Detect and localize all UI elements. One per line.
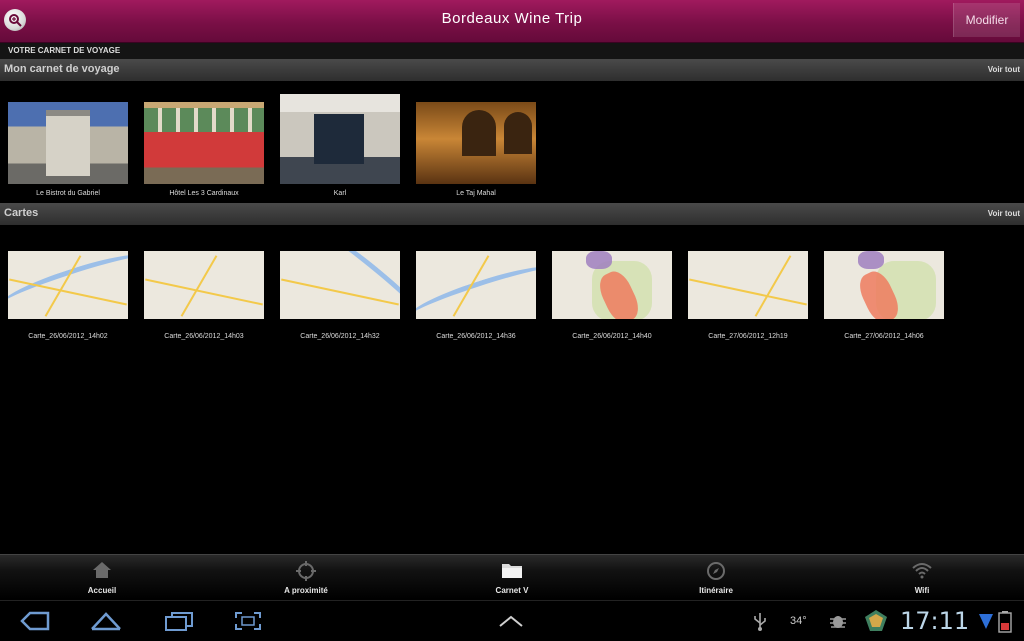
breadcrumb: VOTRE CARNET DE VOYAGE [0,43,1024,59]
thumbnail-image [280,94,400,184]
map-thumbnail [144,251,264,319]
map-thumbnail [824,251,944,319]
map-item[interactable]: Carte_27/06/2012_12h19 [688,251,808,340]
tab-a-proximite[interactable]: A proximité [204,555,408,599]
carnet-item-taj-mahal[interactable]: Le Taj Mahal [416,102,536,197]
usb-icon [754,613,766,631]
section-header-carnet: Mon carnet de voyage Voir tout [0,59,1024,81]
tab-label: Itinéraire [699,586,733,595]
map-thumbnail [552,251,672,319]
see-all-cartes-link[interactable]: Voir tout [988,209,1020,218]
thumbnail-caption: Carte_26/06/2012_14h03 [164,333,244,340]
thumbnail-image [144,102,264,184]
thumbnail-image [416,102,536,184]
wifi-signal-icon [979,614,993,629]
tab-itineraire[interactable]: Itinéraire [614,555,818,599]
thumbnail-caption: Carte_26/06/2012_14h32 [300,333,380,340]
tab-carnet[interactable]: Carnet V [410,555,614,599]
temperature-readout: 34° [790,615,807,627]
status-clock: 17:11 [900,607,970,635]
thumbnail-caption: Carte_27/06/2012_12h19 [708,333,788,340]
map-item[interactable]: Carte_26/06/2012_14h32 [280,251,400,340]
thumbnail-caption: Le Taj Mahal [456,190,496,197]
tab-label: Carnet V [495,586,529,595]
wifi-icon [912,563,932,579]
app-title: Bordeaux Wine Trip [441,10,583,27]
map-thumbnail [280,251,400,319]
map-thumbnail [416,251,536,319]
thumbnail-image [8,102,128,184]
folder-icon [502,564,522,578]
map-item[interactable]: Carte_26/06/2012_14h36 [416,251,536,340]
thumbnail-caption: Carte_27/06/2012_14h06 [844,333,924,340]
thumbnail-caption: Karl [333,190,347,197]
screenshot-icon[interactable] [234,611,262,631]
map-item[interactable]: Carte_26/06/2012_14h03 [144,251,264,340]
map-item[interactable]: Carte_26/06/2012_14h40 [552,251,672,340]
map-item[interactable]: Carte_27/06/2012_14h06 [824,251,944,340]
app-header: Bordeaux Wine Trip Modifier [0,0,1024,43]
compass-icon [707,562,725,580]
tab-label: A proximité [284,586,328,595]
thumbnail-caption: Carte_26/06/2012_14h36 [436,333,516,340]
tab-label: Wifi [914,586,930,595]
see-all-carnet-link[interactable]: Voir tout [988,65,1020,74]
tab-accueil[interactable]: Accueil [0,555,204,599]
thumbnail-caption: Le Bistrot du Gabriel [36,190,100,197]
tab-label: Accueil [87,586,117,595]
map-thumbnail [688,251,808,319]
home-icon [93,562,111,578]
carnet-item-hotel[interactable]: Hôtel Les 3 Cardinaux [144,102,264,197]
back-icon[interactable] [20,611,50,631]
carnet-item-bistrot[interactable]: Le Bistrot du Gabriel [8,102,128,197]
map-item[interactable]: Carte_26/06/2012_14h02 [8,251,128,340]
carnet-item-karl[interactable]: Karl [280,94,400,197]
home-nav-icon[interactable] [90,611,122,631]
battery-icon [998,611,1012,633]
thumbnail-caption: Carte_26/06/2012_14h40 [572,333,652,340]
chevron-up-icon[interactable] [498,615,524,627]
bottom-tab-bar: Accueil A proximité Carnet V Itinéraire [0,554,1024,599]
recent-apps-icon[interactable] [164,611,194,631]
thumbnail-caption: Carte_26/06/2012_14h02 [28,333,108,340]
section-title: Cartes [4,207,39,219]
map-thumbnail [8,251,128,319]
bug-debug-icon [830,616,846,628]
target-icon [296,561,316,581]
section-title: Mon carnet de voyage [4,63,120,75]
section-header-cartes: Cartes Voir tout [0,203,1024,225]
system-nav-bar: 34° 17:11 [0,600,1024,641]
edit-button[interactable]: Modifier [953,3,1020,37]
thumbnail-caption: Hôtel Les 3 Cardinaux [169,190,239,197]
tab-wifi[interactable]: Wifi [820,555,1024,599]
app-notification-icon [865,610,887,631]
